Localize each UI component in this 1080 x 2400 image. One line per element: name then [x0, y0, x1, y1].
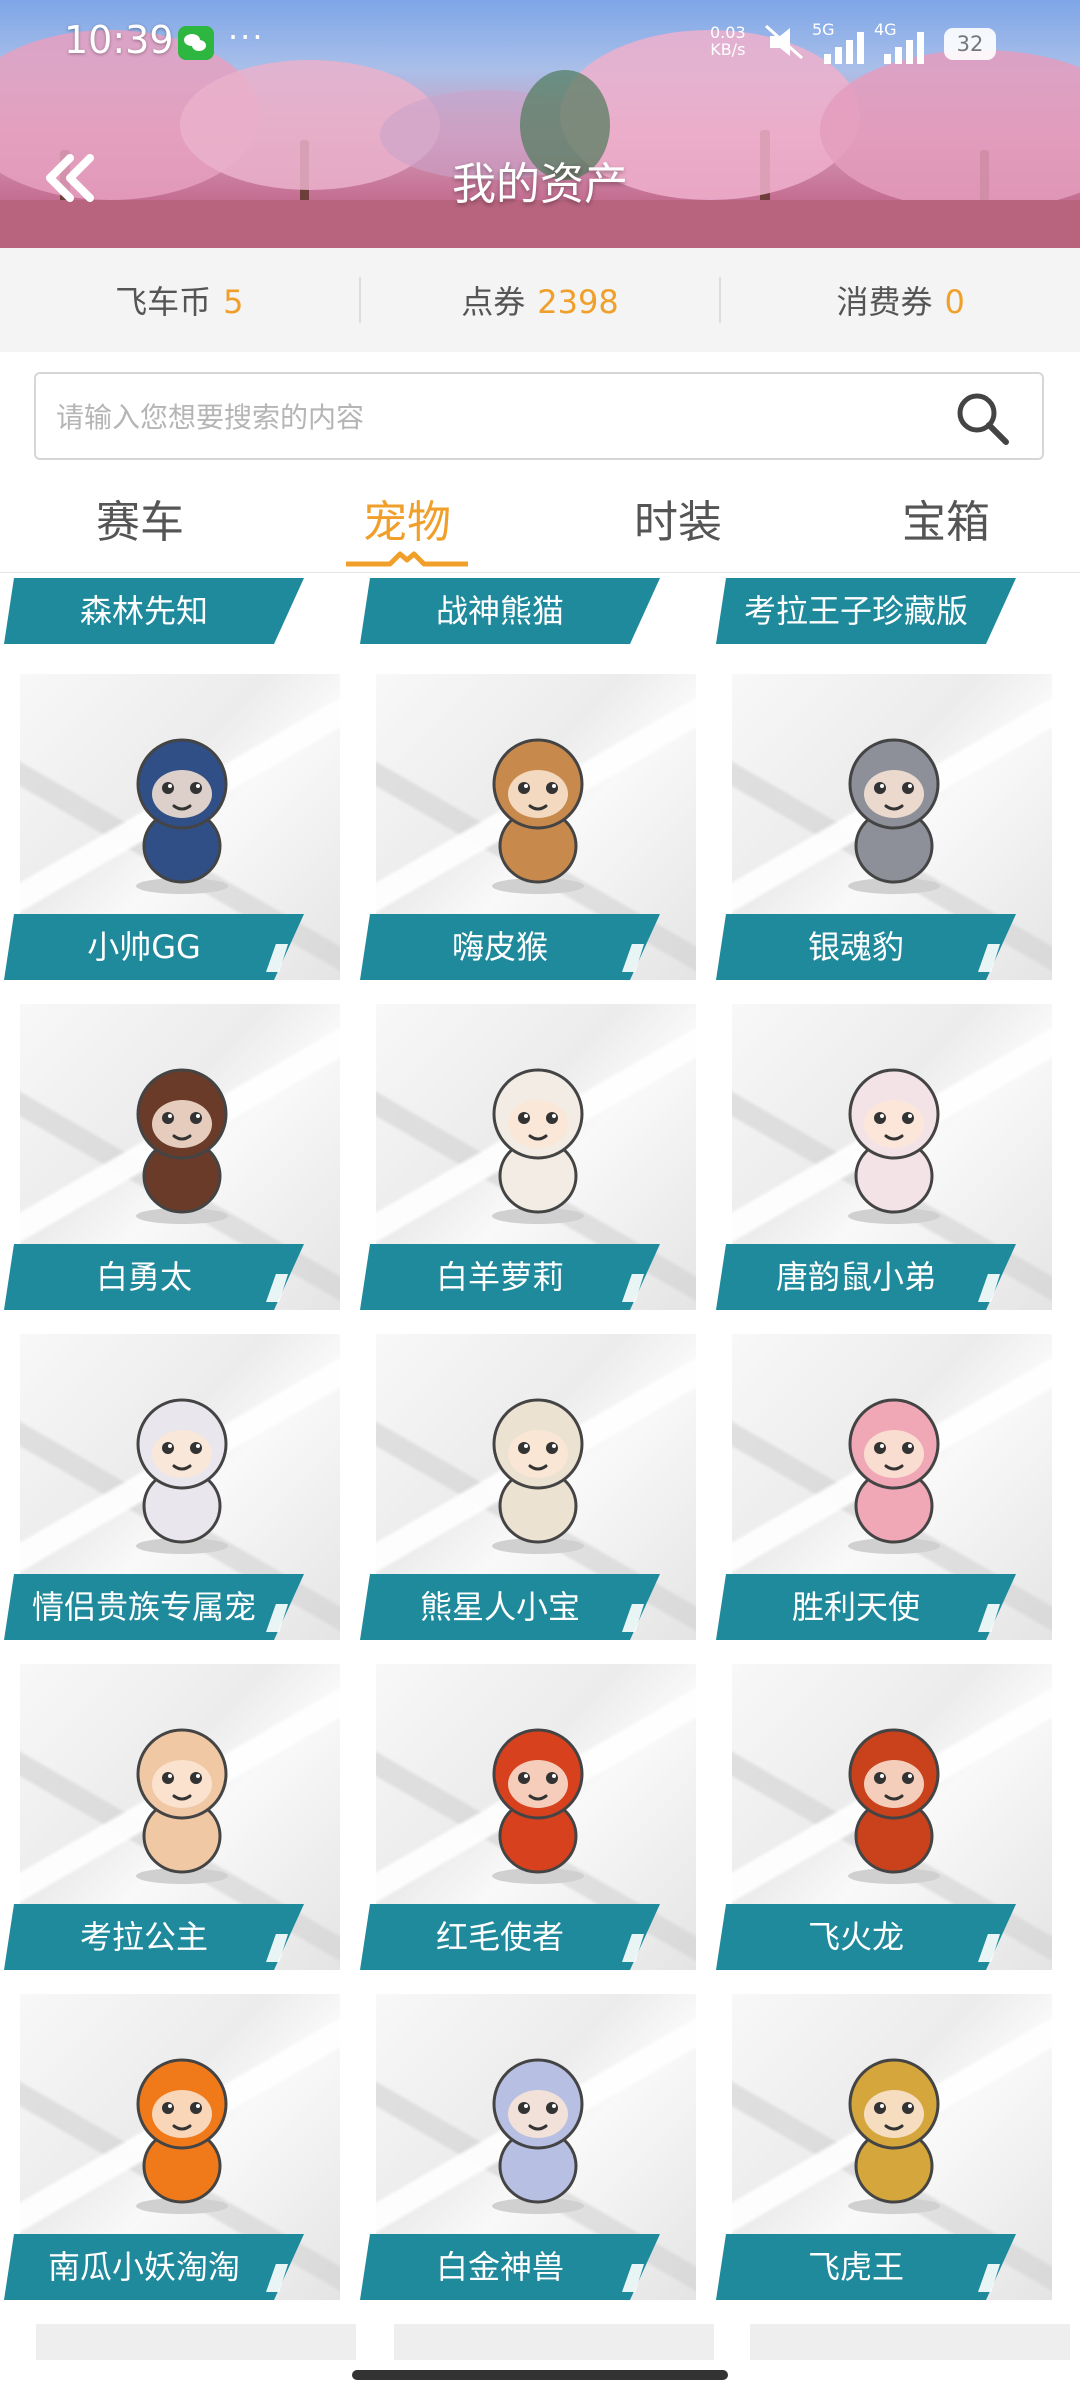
header-banner: 10:39 ··· 0.03 KB/s 5G 4G 32 我的资产 — [0, 0, 1080, 248]
search-input[interactable] — [54, 374, 938, 460]
pet-name: 小帅GG — [87, 928, 201, 966]
baby-boy-pet-icon — [136, 738, 228, 894]
fire-dragon-pet-icon — [848, 1728, 940, 1884]
more-notifications-icon: ··· — [228, 18, 265, 56]
balance-value: 2398 — [537, 283, 619, 321]
pet-card[interactable]: 白勇太 — [4, 1004, 340, 1310]
pet-name: 考拉王子珍藏版 — [743, 592, 968, 630]
signal-4g-icon — [884, 32, 924, 64]
pet-card[interactable]: 唐韵鼠小弟 — [716, 1004, 1052, 1310]
balance-value: 5 — [223, 283, 244, 321]
pet-name: 白勇太 — [95, 1258, 192, 1296]
robot-leopard-pet-icon — [848, 738, 940, 894]
pet-card[interactable]: 银魂豹 — [716, 674, 1052, 980]
pet-card[interactable]: 熊星人小宝 — [360, 1334, 696, 1640]
tab-cars[interactable]: 赛车 — [40, 486, 240, 550]
pet-name: 南瓜小妖淘淘 — [47, 2248, 240, 2286]
pet-name: 熊星人小宝 — [419, 1588, 580, 1626]
white-hair-girl-pet-icon — [136, 1398, 228, 1554]
pet-card[interactable]: 飞虎王 — [716, 1994, 1052, 2300]
tab-pets[interactable]: 宠物 — [307, 486, 507, 550]
pet-card-cut-off — [394, 2324, 714, 2360]
pet-name: 唐韵鼠小弟 — [775, 1258, 936, 1296]
pet-card[interactable]: 白金神兽 — [360, 1994, 696, 2300]
pet-name: 白羊萝莉 — [435, 1258, 564, 1296]
penguin-pet-icon — [492, 1728, 584, 1884]
net-speed-unit: KB/s — [710, 40, 746, 59]
pet-card-partial[interactable]: 考拉王子珍藏版 — [716, 574, 1052, 650]
pet-name: 胜利天使 — [791, 1588, 920, 1626]
balance-dianquan: 点券 2398 — [361, 277, 720, 323]
pet-card-partial[interactable]: 战神熊猫 — [360, 574, 696, 650]
pumpkin-pet-icon — [136, 2058, 228, 2214]
tab-fashion[interactable]: 时装 — [578, 486, 778, 550]
pet-card[interactable]: 南瓜小妖淘淘 — [4, 1994, 340, 2300]
balance-value: 0 — [944, 283, 965, 321]
pet-name: 飞虎王 — [807, 2248, 904, 2286]
page-title: 我的资产 — [452, 159, 628, 210]
pet-card-partial[interactable]: 森林先知 — [4, 574, 340, 650]
balance-label: 飞车币 — [115, 283, 212, 321]
active-tab-indicator — [346, 551, 468, 567]
silver-beast-pet-icon — [492, 2058, 584, 2214]
balance-feichebi: 飞车币 5 — [0, 277, 359, 323]
balance-xiaofeiquan: 消费券 0 — [721, 277, 1080, 323]
pet-name: 战神熊猫 — [435, 592, 564, 630]
pet-card-cut-off — [750, 2324, 1070, 2360]
pet-card[interactable]: 嗨皮猴 — [360, 674, 696, 980]
search-box — [34, 372, 1044, 460]
pet-grid: 森林先知 战神熊猫 考拉王子珍藏版 小帅GG 嗨皮猴 银魂豹白勇太 白羊萝莉 唐韵鼠小弟… — [0, 574, 1080, 2364]
mouse-pet-icon — [848, 1068, 940, 1224]
search-icon[interactable] — [952, 388, 1012, 448]
status-time: 10:39 — [64, 18, 174, 62]
pet-card[interactable]: 白羊萝莉 — [360, 1004, 696, 1310]
pet-name: 情侣贵族专属宠 — [31, 1588, 256, 1626]
pet-card-cut-off — [36, 2324, 356, 2360]
monkey-on-ball-pet-icon — [492, 738, 584, 894]
pet-card[interactable]: 情侣贵族专属宠 — [4, 1334, 340, 1640]
battery-icon: 32 — [944, 28, 996, 60]
pet-name: 嗨皮猴 — [451, 928, 548, 966]
pet-name: 飞火龙 — [807, 1918, 904, 1956]
bear-baby-pet-icon — [492, 1398, 584, 1554]
balance-bar: 飞车币 5 点券 2398 消费券 0 — [0, 248, 1080, 352]
pet-card[interactable]: 考拉公主 — [4, 1664, 340, 1970]
pet-card[interactable]: 红毛使者 — [360, 1664, 696, 1970]
koala-pet-icon — [136, 1728, 228, 1884]
signal-5g-icon — [824, 32, 864, 64]
mute-icon — [765, 24, 803, 60]
pet-name: 考拉公主 — [79, 1918, 208, 1956]
net-speed: 0.03 KB/s — [710, 24, 746, 58]
balance-label: 消费券 — [836, 283, 933, 321]
wechat-icon — [178, 26, 214, 60]
boy-in-shirt-pet-icon — [136, 1068, 228, 1224]
pet-card[interactable]: 小帅GG — [4, 674, 340, 980]
pet-name: 白金神兽 — [435, 2248, 564, 2286]
pink-hair-angel-pet-icon — [848, 1398, 940, 1554]
pet-name: 红毛使者 — [435, 1918, 564, 1956]
category-tabs: 赛车 宠物 时装 宝箱 — [0, 476, 1080, 573]
tiger-cub-pet-icon — [848, 2058, 940, 2214]
pet-name: 森林先知 — [79, 592, 208, 630]
sheep-pet-icon — [492, 1068, 584, 1224]
tab-chests[interactable]: 宝箱 — [846, 486, 1046, 550]
home-indicator[interactable] — [352, 2370, 728, 2380]
pet-card[interactable]: 胜利天使 — [716, 1334, 1052, 1640]
pet-name: 银魂豹 — [807, 928, 904, 966]
pet-card[interactable]: 飞火龙 — [716, 1664, 1052, 1970]
status-bar: 10:39 ··· 0.03 KB/s 5G 4G 32 — [0, 0, 1080, 90]
net-speed-value: 0.03 — [710, 23, 746, 42]
balance-label: 点券 — [461, 283, 526, 321]
